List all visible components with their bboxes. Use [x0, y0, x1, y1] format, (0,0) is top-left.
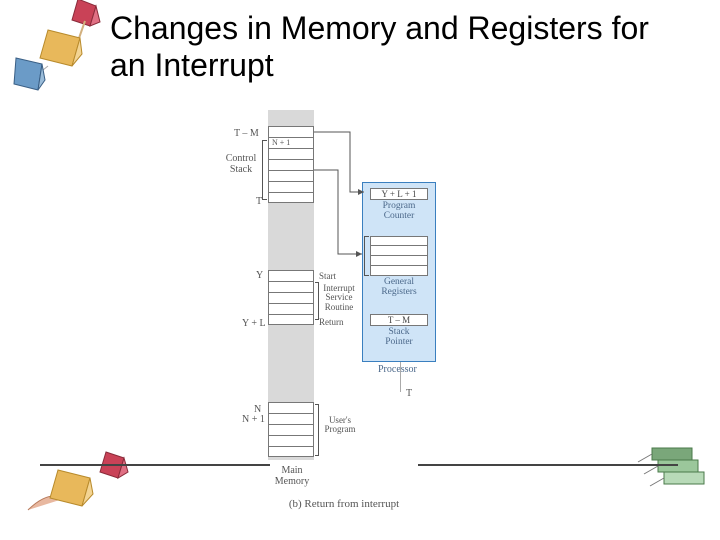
- pc-register: Y + L + 1: [370, 188, 428, 200]
- mem-slot: [268, 192, 314, 203]
- mem-slot: [268, 126, 314, 137]
- mem-slot: N + 1: [268, 137, 314, 148]
- deco-bottom-right: [622, 440, 712, 510]
- mem-slot: [268, 303, 314, 314]
- label-user-prog: User's Program: [319, 416, 361, 435]
- mem-slot: [268, 402, 314, 413]
- page-title: Changes in Memory and Registers for an I…: [110, 10, 670, 84]
- label-control-stack: Control Stack: [222, 154, 260, 175]
- main-memory-label: Main Memory: [266, 466, 318, 487]
- label-t: T: [256, 196, 262, 207]
- gr-label: General Registers: [374, 278, 424, 298]
- mem-slot: [268, 413, 314, 424]
- mem-slot: [268, 435, 314, 446]
- t-output: T: [406, 388, 412, 399]
- mem-slot: [268, 292, 314, 303]
- label-n1: N + 1: [242, 414, 265, 425]
- mem-slot: [268, 446, 314, 457]
- label-return: Return: [319, 317, 344, 327]
- label-t-m: T – M: [234, 128, 259, 139]
- mem-slot: [268, 148, 314, 159]
- mem-slot: [268, 181, 314, 192]
- mem-slot: [268, 270, 314, 281]
- pc-label: Program Counter: [374, 202, 424, 222]
- mem-slot: [268, 159, 314, 170]
- deco-top-left: [10, 0, 120, 106]
- mem-slot: [268, 314, 314, 325]
- label-y: Y: [256, 270, 263, 281]
- sp-register: T – M: [370, 314, 428, 326]
- mem-slot: [268, 424, 314, 435]
- label-start: Start: [319, 271, 336, 281]
- mem-slot: [268, 281, 314, 292]
- diagram: N + 1 T – M Control Stack T Y Start Inte…: [206, 110, 476, 510]
- label-isr: Interrupt Service Routine: [319, 284, 359, 312]
- label-y-l: Y + L: [242, 318, 266, 329]
- sp-label: Stack Pointer: [374, 328, 424, 348]
- mem-slot: [268, 170, 314, 181]
- figure-caption: (b) Return from interrupt: [244, 498, 444, 510]
